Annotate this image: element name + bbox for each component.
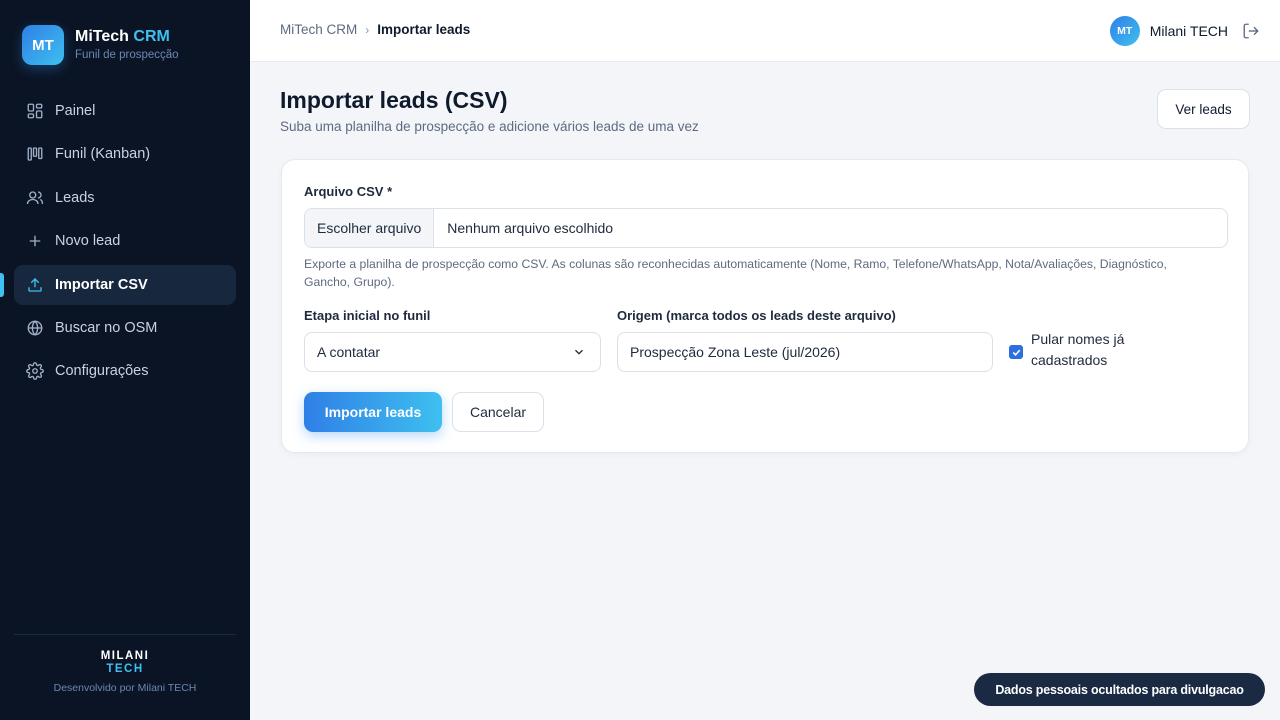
users-icon xyxy=(26,189,44,207)
sidebar-item-label: Novo lead xyxy=(55,233,121,250)
chevron-down-icon xyxy=(572,345,586,359)
stage-label: Etapa inicial no funil xyxy=(304,308,431,323)
check-icon xyxy=(1012,349,1020,356)
origin-label: Origem (marca todos os leads deste arqui… xyxy=(617,308,896,323)
dashboard-icon xyxy=(26,102,44,120)
plus-icon xyxy=(26,232,44,250)
file-help-text: Exporte a planilha de prospecção como CS… xyxy=(304,257,1167,289)
brand-logo: MT xyxy=(22,25,64,65)
sidebar-item-label: Buscar no OSM xyxy=(55,319,158,336)
kanban-icon xyxy=(26,145,44,163)
topbar: MiTech CRM › Importar leads MT Milani TE… xyxy=(250,0,1280,62)
sidebar-item-importar-csv[interactable]: Importar CSV xyxy=(0,264,236,305)
sidebar-item-label: Painel xyxy=(55,103,96,119)
cancel-button[interactable]: Cancelar xyxy=(452,392,544,432)
user-menu: MT Milani TECH xyxy=(1109,16,1260,46)
sidebar-item-label: Leads xyxy=(55,189,95,206)
file-label: Arquivo CSV * xyxy=(304,184,393,199)
file-input[interactable]: Escolher arquivo Nenhum arquivo escolhid… xyxy=(304,208,1228,248)
view-leads-button[interactable]: Ver leads xyxy=(1157,89,1250,129)
breadcrumb-root[interactable]: MiTech CRM xyxy=(280,22,357,37)
choose-file-button[interactable]: Escolher arquivo xyxy=(305,209,435,247)
footer-logo-line2: TECH xyxy=(106,663,144,675)
import-form-card: Arquivo CSV * Escolher arquivo Nenhum ar… xyxy=(281,159,1249,453)
sidebar-item-funil[interactable]: Funil (Kanban) xyxy=(14,134,236,174)
logout-icon[interactable] xyxy=(1242,22,1260,40)
page-title: Importar leads (CSV) xyxy=(280,87,508,113)
brand-tagline: Funil de prospecção xyxy=(75,49,179,61)
breadcrumb-current: Importar leads xyxy=(377,22,471,37)
brand[interactable]: MT MiTech CRM Funil de prospecção xyxy=(22,25,179,65)
sidebar-item-label: Funil (Kanban) xyxy=(55,146,151,163)
import-leads-button[interactable]: Importar leads xyxy=(304,392,442,432)
sidebar-divider xyxy=(14,634,236,635)
sidebar-nav: Painel Funil (Kanban) Leads Novo lead Im… xyxy=(0,91,236,395)
brand-title: MiTech CRM xyxy=(75,28,170,45)
stage-select[interactable]: A contatar xyxy=(304,332,601,372)
file-status: Nenhum arquivo escolhido xyxy=(447,220,614,236)
user-name: Milani TECH xyxy=(1149,23,1228,39)
gear-icon xyxy=(26,362,44,381)
stage-select-value: A contatar xyxy=(317,344,381,360)
breadcrumb: MiTech CRM › Importar leads xyxy=(280,22,470,37)
privacy-toast: Dados pessoais ocultados para divulgacao xyxy=(974,673,1265,706)
sidebar-item-buscar-osm[interactable]: Buscar no OSM xyxy=(14,308,236,348)
sidebar-footer: MILANI TECH Desenvolvido por Milani TECH xyxy=(0,650,250,694)
sidebar-item-label: Configurações xyxy=(55,363,149,380)
sidebar-item-painel[interactable]: Painel xyxy=(14,91,236,131)
globe-icon xyxy=(26,319,44,337)
upload-icon xyxy=(26,276,44,294)
footer-logo-line1: MILANI xyxy=(100,650,150,662)
sidebar-item-configuracoes[interactable]: Configurações xyxy=(14,351,236,391)
skip-duplicates-checkbox[interactable] xyxy=(1009,345,1023,359)
origin-input[interactable]: Prospecção Zona Leste (jul/2026) xyxy=(617,332,993,372)
sidebar: MT MiTech CRM Funil de prospecção Painel… xyxy=(0,0,250,720)
avatar[interactable]: MT xyxy=(1109,16,1140,46)
page-subtitle: Suba uma planilha de prospecção e adicio… xyxy=(280,119,699,134)
footer-credit: Desenvolvido por Milani TECH xyxy=(53,682,197,694)
breadcrumb-separator-icon: › xyxy=(365,22,370,37)
skip-duplicates-label[interactable]: Pular nomes já cadastrados xyxy=(1031,329,1181,371)
sidebar-item-label: Importar CSV xyxy=(55,276,148,293)
sidebar-item-novo-lead[interactable]: Novo lead xyxy=(14,221,236,261)
sidebar-item-leads[interactable]: Leads xyxy=(14,178,236,218)
